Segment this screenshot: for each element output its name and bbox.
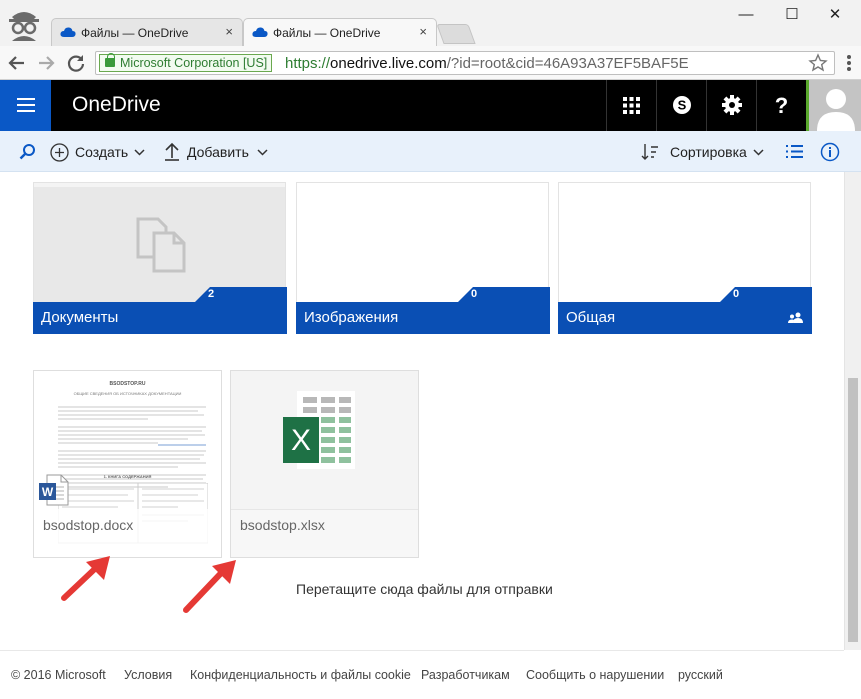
upload-label: Добавить [187, 144, 249, 160]
close-window-button[interactable]: ✕ [820, 4, 850, 26]
chevron-down-icon [753, 149, 764, 156]
browser-titlebar: Файлы — OneDrive × Файлы — OneDrive × — … [0, 0, 861, 46]
ev-certificate-badge[interactable]: Microsoft Corporation [US] [99, 53, 273, 72]
word-file-icon: W [39, 474, 69, 506]
footer-link-terms[interactable]: Условия [124, 668, 172, 682]
scrollbar-thumb[interactable] [848, 378, 858, 642]
upload-icon [165, 142, 179, 161]
footer-link-privacy[interactable]: Конфиденциальность и файлы cookie [190, 668, 411, 682]
item-count: 2 [208, 288, 215, 300]
annotation-arrow [183, 560, 236, 613]
incognito-icon [9, 12, 39, 41]
svg-text:X: X [291, 424, 311, 457]
help-icon[interactable]: ? [756, 80, 806, 131]
footer-link-developers[interactable]: Разработчикам [421, 668, 510, 682]
chevron-down-icon [257, 149, 268, 156]
create-label: Создать [75, 144, 129, 160]
maximize-button[interactable]: ☐ [777, 4, 807, 26]
close-tab-icon[interactable]: × [419, 24, 427, 39]
onedrive-cloud-icon [252, 27, 268, 37]
back-icon[interactable] [8, 54, 26, 72]
svg-text:W: W [42, 485, 54, 499]
item-count: 0 [471, 288, 478, 300]
onedrive-header: OneDrive S ? [0, 80, 861, 131]
settings-icon[interactable] [706, 80, 756, 131]
files-area: 2 Документы 0 Изображения 0 Общая BSODST… [0, 172, 844, 650]
menu-icon[interactable] [0, 80, 51, 131]
tab-title: Файлы — OneDrive [81, 26, 189, 40]
sort-icon [641, 144, 658, 160]
reload-icon[interactable] [66, 53, 86, 73]
browser-menu-icon[interactable] [846, 54, 852, 72]
file-name: bsodstop.xlsx [240, 517, 325, 533]
brand-title[interactable]: OneDrive [72, 93, 161, 117]
bookmark-star-icon[interactable] [808, 52, 828, 74]
sort-label: Сортировка [670, 144, 747, 160]
address-bar-row: Microsoft Corporation [US] https://onedr… [0, 46, 861, 80]
command-bar: Создать Добавить Сортировка [0, 131, 861, 172]
footer-link-report-abuse[interactable]: Сообщить о нарушении [526, 668, 664, 682]
footer-link-language[interactable]: русский [678, 668, 723, 682]
file-tile-xlsx[interactable]: X bsodstop.xlsx [230, 370, 419, 558]
svg-text:S: S [677, 98, 686, 113]
documents-placeholder-icon [136, 217, 186, 273]
scrollbar[interactable] [844, 172, 861, 650]
lock-icon [105, 53, 115, 67]
folder-name: Общая [566, 309, 616, 326]
file-name: bsodstop.docx [43, 517, 134, 533]
url-text: https://onedrive.live.com/?id=root&cid=4… [285, 55, 689, 72]
item-count: 0 [733, 288, 740, 300]
url-field[interactable]: Microsoft Corporation [US] https://onedr… [95, 51, 835, 75]
tab-title: Файлы — OneDrive [273, 26, 381, 40]
browser-tab-1[interactable]: Файлы — OneDrive × [51, 18, 243, 46]
folder-tile-shared[interactable]: 0 Общая [558, 182, 812, 334]
footer: © 2016 Microsoft Условия Конфиденциально… [0, 650, 844, 699]
forward-icon[interactable] [37, 54, 55, 72]
shared-people-icon [788, 312, 803, 323]
folder-name: Изображения [304, 309, 399, 326]
annotation-arrow [61, 556, 110, 601]
close-tab-icon[interactable]: × [225, 24, 233, 39]
onedrive-cloud-icon [60, 27, 76, 37]
drop-hint: Перетащите сюда файлы для отправки [296, 581, 553, 597]
app-launcher-icon[interactable] [606, 80, 656, 131]
excel-file-icon: X [283, 391, 355, 469]
folder-name: Документы [41, 309, 119, 326]
avatar[interactable] [806, 80, 861, 131]
search-icon[interactable] [19, 143, 36, 160]
browser-tab-2[interactable]: Файлы — OneDrive × [243, 18, 437, 46]
info-icon[interactable] [820, 142, 840, 162]
folder-tile-images[interactable]: 0 Изображения [296, 182, 550, 334]
new-tab-button[interactable] [436, 24, 476, 44]
minimize-button[interactable]: — [731, 4, 761, 26]
copyright: © 2016 Microsoft [11, 668, 106, 682]
folder-tile-documents[interactable]: 2 Документы [33, 182, 287, 334]
chevron-down-icon [134, 149, 145, 156]
file-tile-docx[interactable]: BSODSTOP.RU ОБЩИЕ СВЕДЕНИЯ ОБ ИСТОЧНИКАХ… [33, 370, 222, 558]
list-view-icon[interactable] [786, 144, 803, 159]
plus-circle-icon [50, 143, 69, 162]
skype-icon[interactable]: S [656, 80, 706, 131]
